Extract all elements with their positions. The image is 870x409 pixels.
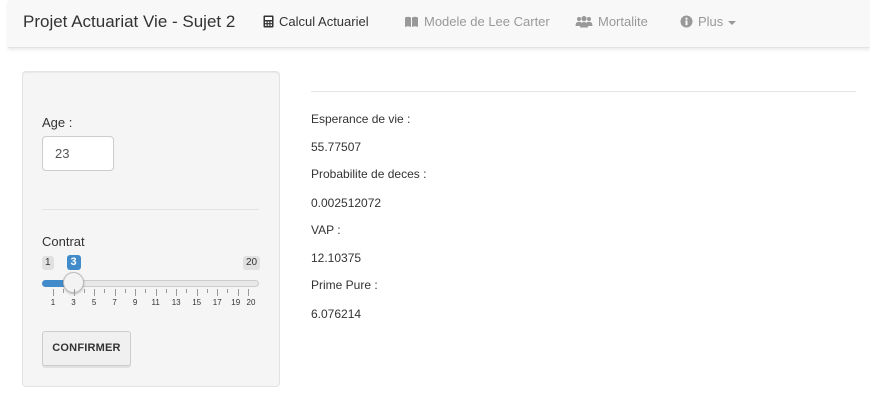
slider-minor-tick [124,289,126,293]
nav-tab-label: Calcul Actuariel [279,14,369,29]
prime-pure-label: Prime Pure : [311,278,378,292]
slider-major-tick [217,289,219,296]
confirm-button[interactable]: CONFIRMER [42,331,131,366]
slider-tick-label: 20 [246,298,256,307]
slider-tick-label: 11 [151,298,160,307]
proba-deces-value: 0.002512072 [311,196,382,210]
slider-minor-tick [186,289,188,293]
nav-tab-label: Plus [698,14,724,29]
slider-major-tick [135,289,137,296]
slider-major-tick [73,289,75,296]
vap-label: VAP : [311,223,341,237]
slider-major-tick [94,289,96,296]
slider-minor-tick [63,289,65,293]
slider-minor-tick [165,289,167,293]
nav-tab-label: Mortalite [598,14,648,29]
navbar-brand[interactable]: Projet Actuariat Vie - Sujet 2 [23,12,235,32]
slider-grid: 1 3 5 7 9 11 13 15 17 19 20 [42,289,259,309]
slider-max-label: 20 [243,256,261,270]
slider-tick-label: 3 [71,298,76,307]
slider-major-tick [248,289,249,296]
book-icon [405,16,418,27]
slider-value-label: 3 [66,255,81,270]
contrat-label: Contrat [42,234,85,249]
slider-tick-label: 13 [171,298,181,307]
age-label: Age : [42,115,73,130]
slider-major-tick [196,289,198,296]
sidebar-panel: Age : 23 Contrat 1 20 3 1 3 5 7 9 11 13 15 17 19 2… [22,71,280,387]
divider [42,209,259,210]
slider-minor-tick [104,289,106,293]
slider-tick-label: 15 [192,298,202,307]
main-divider [311,91,856,92]
slider-tick-label: 7 [112,298,117,307]
slider-tick-label: 1 [50,298,56,307]
prime-pure-value: 6.076214 [311,307,362,321]
slider-minor-tick [206,289,208,293]
slider-tick-label: 17 [212,298,222,307]
slider-minor-tick [83,289,85,293]
slider-major-tick [114,289,116,296]
vap-value: 12.10375 [311,251,362,265]
nav-tab-calcul-actuariel[interactable]: Calcul Actuariel [263,14,369,29]
slider-minor-tick [227,289,229,293]
slider-major-tick [176,289,178,296]
navbar: Projet Actuariat Vie - Sujet 2 Calcul Ac… [8,0,870,48]
slider-tick-label: 5 [91,298,97,307]
slider-tick-label: 19 [231,298,241,307]
nav-dropdown-plus[interactable]: Plus [680,14,737,29]
esperance-value: 55.77507 [311,140,362,154]
esperance-label: Esperance de vie : [311,112,411,126]
slider-major-tick [237,289,239,296]
calculator-icon [263,15,274,28]
slider-min-label: 1 [42,256,54,270]
nav-tab-label: Modele de Lee Carter [424,14,550,29]
info-circle-icon [680,15,693,28]
slider-major-tick [53,289,54,296]
slider-minor-tick [145,289,147,293]
caret-down-icon [728,20,737,25]
nav-tab-lee-carter[interactable]: Modele de Lee Carter [404,14,550,29]
nav-tab-mortalite[interactable]: Mortalite [575,14,648,29]
slider-major-tick [155,289,157,296]
age-input[interactable]: 23 [42,136,114,171]
slider-tick-label: 9 [132,298,138,307]
proba-deces-label: Probabilite de deces : [311,167,427,181]
users-icon [575,15,593,27]
